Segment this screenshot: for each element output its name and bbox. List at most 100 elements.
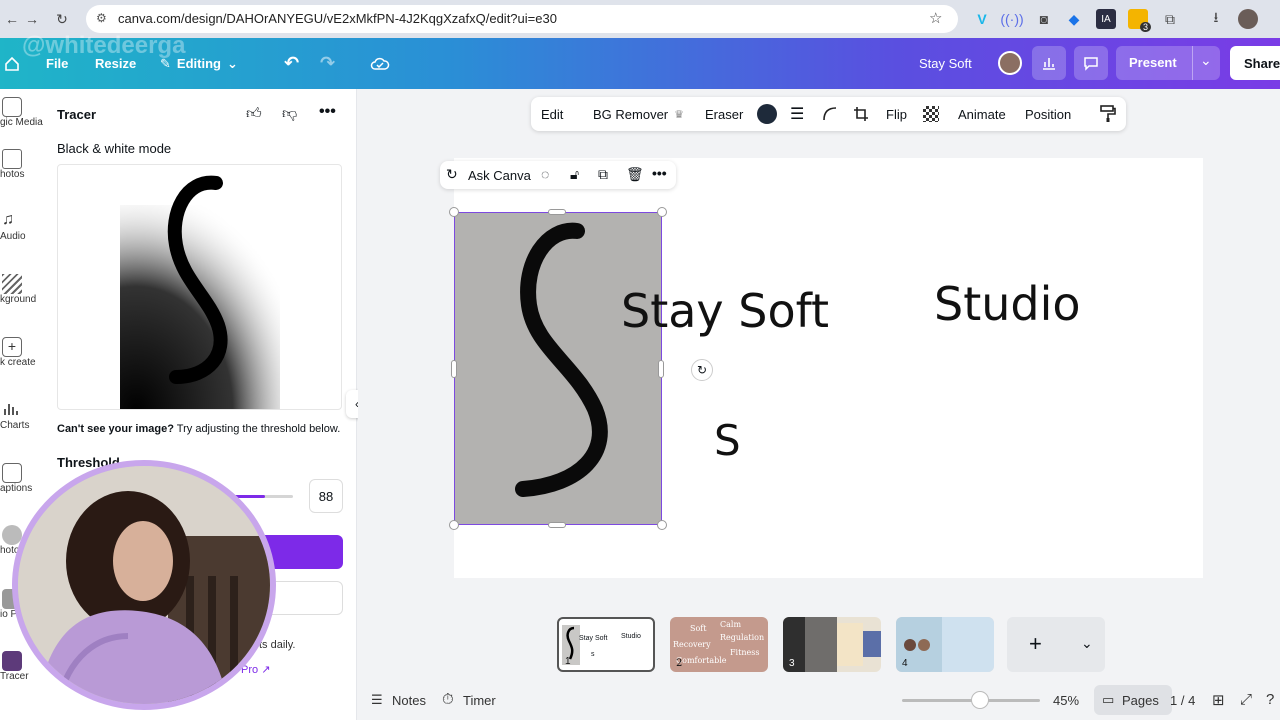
- page-thumbnail-1[interactable]: Stay Soft Studio s 1: [557, 617, 655, 672]
- hint-text: Try adjusting the threshold below.: [173, 423, 341, 435]
- music-note-icon: ♫: [2, 211, 14, 228]
- design-title[interactable]: Stay Soft: [919, 38, 972, 89]
- page-thumbnail-4[interactable]: 4: [896, 617, 994, 672]
- chevron-down-icon[interactable]: ⌄: [1081, 635, 1093, 652]
- add-page-icon[interactable]: +: [1029, 631, 1042, 657]
- zoom-level[interactable]: 45%: [1053, 693, 1079, 708]
- redo-icon[interactable]: ↷: [320, 38, 335, 89]
- broadcast-extension-icon[interactable]: ((·)): [1000, 9, 1023, 29]
- crop-icon[interactable]: [853, 97, 869, 131]
- sidebar-item-charts[interactable]: Charts: [0, 400, 44, 431]
- color-swatch-button[interactable]: [757, 97, 777, 131]
- ask-canva-icon[interactable]: ↻: [446, 166, 458, 183]
- forward-icon[interactable]: →: [22, 9, 42, 29]
- resize-handle-right[interactable]: [658, 360, 664, 378]
- thumb-text: Stay Soft: [579, 635, 608, 642]
- camera-extension-icon[interactable]: ◙: [1034, 9, 1054, 29]
- ask-canva-button[interactable]: Ask Canva: [468, 168, 531, 183]
- profile-avatar[interactable]: [1238, 9, 1258, 29]
- delete-icon[interactable]: 🗑︎: [626, 166, 644, 183]
- bookmark-star-icon[interactable]: ☆: [929, 9, 942, 27]
- s-letter-text[interactable]: S: [714, 416, 741, 465]
- resize-handle-left[interactable]: [451, 360, 457, 378]
- bg-remover-button[interactable]: BG Remover ♛: [593, 97, 684, 131]
- present-button[interactable]: Present ⌄: [1116, 46, 1220, 80]
- timer-button[interactable]: Timer: [463, 693, 496, 708]
- lock-icon[interactable]: 🔓︎: [570, 166, 579, 183]
- duplicate-icon[interactable]: ⧉: [598, 166, 608, 183]
- edit-image-button[interactable]: Edit: [541, 97, 563, 131]
- resize-button[interactable]: Resize: [95, 38, 136, 89]
- undo-icon[interactable]: ↶: [284, 38, 299, 89]
- tag-extension-icon[interactable]: ◆: [1064, 9, 1084, 29]
- corner-rounding-icon[interactable]: [822, 97, 838, 131]
- share-button[interactable]: Share: [1230, 46, 1280, 80]
- address-bar[interactable]: ⚙ canva.com/design/DAHOrANYEGU/vE2xMkfPN…: [86, 5, 958, 33]
- cloud-saved-icon[interactable]: [370, 38, 390, 89]
- sidebar-item-audio[interactable]: ♫ Audio: [0, 211, 44, 242]
- flip-button[interactable]: Flip: [886, 97, 907, 131]
- page-thumbnail-2[interactable]: Soft Calm Recovery Regulation Comfortabl…: [670, 617, 768, 672]
- magic-media-icon: [2, 97, 22, 117]
- threshold-value-input[interactable]: 88: [309, 479, 343, 513]
- download-icon[interactable]: ⭳: [1206, 9, 1226, 29]
- fullscreen-icon[interactable]: ⤢: [1240, 691, 1252, 708]
- grid-view-icon[interactable]: ⊞: [1212, 691, 1225, 709]
- transparency-icon[interactable]: [923, 97, 939, 131]
- crown-icon: ♛: [674, 108, 685, 121]
- editor-header: @whitedeerga File Resize ✎ Editing ⌄ ↶ ↷…: [0, 32, 1280, 89]
- resize-handle-top[interactable]: [548, 209, 566, 215]
- extensions-puzzle-icon[interactable]: ⧉: [1160, 9, 1180, 29]
- present-label: Present: [1129, 55, 1177, 70]
- pages-icon: ▭: [1102, 692, 1115, 707]
- thumbs-up-icon[interactable]: 👍︎: [246, 105, 262, 123]
- thumb-number: 1: [565, 656, 571, 667]
- editing-mode-button[interactable]: ✎ Editing ⌄: [160, 38, 238, 89]
- chevron-down-icon[interactable]: ⌄: [1200, 52, 1212, 69]
- sidebar-item-magic-media[interactable]: gic Media: [0, 97, 44, 128]
- pages-button[interactable]: ▭ Pages: [1094, 685, 1172, 715]
- stay-soft-text[interactable]: Stay Soft: [621, 284, 829, 338]
- sidebar-item-bulk-create[interactable]: + k create: [0, 337, 44, 368]
- sidebar-item-photos[interactable]: hotos: [0, 149, 44, 180]
- selected-image[interactable]: [454, 212, 662, 525]
- timer-icon[interactable]: ⏱: [442, 691, 454, 708]
- notes-icon[interactable]: ☰: [371, 692, 383, 708]
- more-options-icon[interactable]: •••: [652, 165, 667, 181]
- resize-handle-bottom-left[interactable]: [449, 520, 459, 530]
- ia-extension-icon[interactable]: IA: [1096, 9, 1116, 29]
- add-comment-icon[interactable]: ◌: [541, 166, 549, 182]
- collaborator-avatar[interactable]: [998, 51, 1022, 75]
- eraser-button[interactable]: Eraser: [705, 97, 743, 131]
- paint-roller-icon[interactable]: [1100, 97, 1116, 131]
- reload-icon[interactable]: ↻: [52, 9, 72, 29]
- sidebar-item-label: aptions: [0, 483, 33, 494]
- insights-chart-icon[interactable]: [1032, 46, 1066, 80]
- vimeo-extension-icon[interactable]: V: [972, 9, 992, 29]
- page-thumbnail-3[interactable]: 3: [783, 617, 881, 672]
- sidebar-item-label: Charts: [0, 420, 30, 431]
- position-button[interactable]: Position: [1025, 97, 1071, 131]
- studio-text[interactable]: Studio: [934, 277, 1081, 331]
- resize-handle-bottom-right[interactable]: [657, 520, 667, 530]
- file-menu-button[interactable]: File: [46, 38, 68, 89]
- counter-extension-icon[interactable]: 3: [1128, 9, 1151, 32]
- resize-handle-top-right[interactable]: [657, 207, 667, 217]
- back-icon[interactable]: ←: [2, 9, 22, 29]
- resize-handle-bottom[interactable]: [548, 522, 566, 528]
- sidebar-item-background[interactable]: kground: [0, 274, 44, 305]
- hint-bold: Can't see your image?: [57, 423, 174, 435]
- resize-handle-top-left[interactable]: [449, 207, 459, 217]
- animate-button[interactable]: Animate: [958, 97, 1006, 131]
- home-icon[interactable]: [4, 38, 20, 89]
- help-icon[interactable]: ?: [1266, 691, 1274, 708]
- rotate-icon[interactable]: ↻: [691, 359, 713, 381]
- border-style-icon[interactable]: ☰: [790, 97, 804, 131]
- notes-button[interactable]: Notes: [392, 693, 426, 708]
- zoom-slider-knob[interactable]: [970, 691, 989, 709]
- comment-icon[interactable]: [1074, 46, 1108, 80]
- site-settings-icon[interactable]: ⚙: [96, 11, 107, 25]
- thumbs-down-icon[interactable]: 👎︎: [282, 105, 297, 123]
- sidebar-item-captions[interactable]: aptions: [0, 463, 44, 494]
- more-options-icon[interactable]: •••: [319, 103, 336, 121]
